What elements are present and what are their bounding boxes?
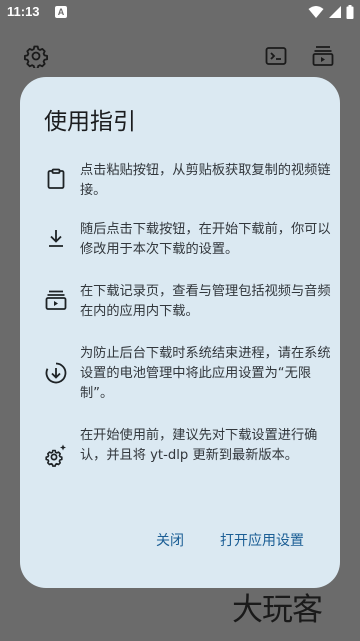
step-text: 在下载记录页，查看与管理包括视频与音频在内的应用内下载。: [80, 284, 331, 319]
signal-icon: [328, 5, 341, 18]
step-text: 在开始使用前，建议先对下载设置进行确认，并且将 yt-dlp 更新到最新版本。: [80, 428, 318, 463]
step-text: 点击粘贴按钮，从剪贴板获取复制的视频链接。: [80, 163, 331, 198]
clipboard-icon: [47, 168, 65, 189]
status-time: 11:13: [7, 4, 40, 19]
dialog-title: 使用指引: [44, 109, 136, 135]
close-button[interactable]: 关闭: [156, 530, 184, 550]
status-bar: 11:13 A: [0, 0, 360, 24]
playlist-icon: [45, 290, 67, 310]
status-indicators: [308, 4, 354, 20]
gear-icon[interactable]: [24, 44, 48, 68]
settings-sparkle-icon: [45, 444, 66, 467]
open-settings-button[interactable]: 打开应用设置: [220, 530, 304, 550]
app-bar: [0, 30, 360, 84]
notification-icon: A: [55, 6, 67, 18]
download-icon: [49, 230, 63, 247]
guide-dialog: 使用指引 点击粘贴按钮，从剪贴板获取复制的视频链接。 随后点击下载按钮，在开始下…: [20, 77, 340, 588]
download-queue-icon[interactable]: [311, 44, 335, 68]
terminal-icon[interactable]: [264, 44, 288, 68]
download-circle-icon: [45, 362, 67, 384]
watermark: 大玩客: [232, 592, 323, 628]
step-text: 随后点击下载按钮，在开始下载前，你可以修改用于本次下载的设置。: [80, 222, 331, 257]
battery-icon: [346, 4, 354, 19]
wifi-icon: [308, 5, 324, 18]
step-text: 为防止后台下载时系统结束进程，请在系统设置的电池管理中将此应用设置为“无限制”。: [80, 346, 331, 401]
